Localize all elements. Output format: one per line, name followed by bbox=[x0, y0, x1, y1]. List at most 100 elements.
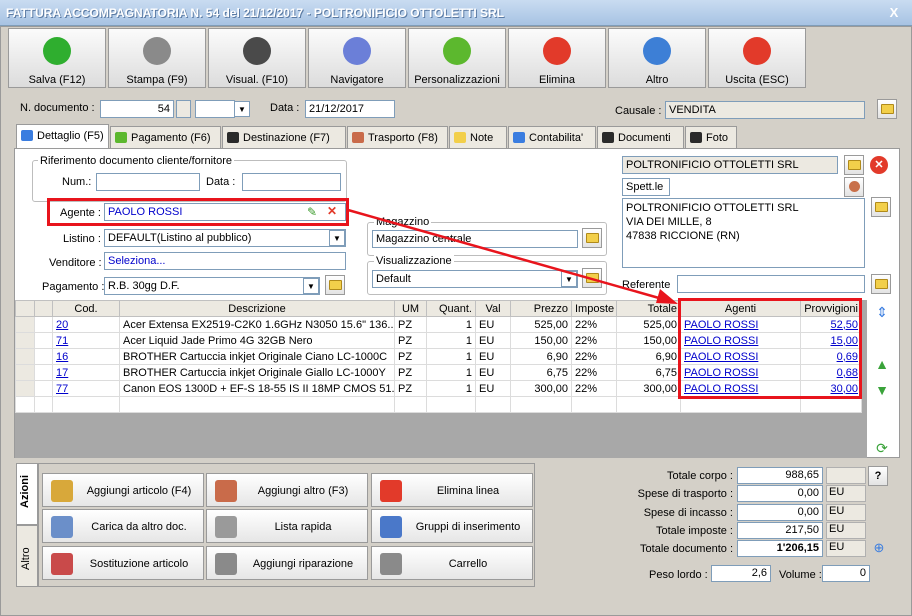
edit-pencil-icon[interactable]: ✎ bbox=[307, 205, 317, 219]
highlight-arrow bbox=[347, 208, 678, 304]
grid-cell-totale: 300,00 bbox=[616, 380, 681, 397]
move-down-icon[interactable]: ▼ bbox=[874, 382, 890, 400]
doc-series-select[interactable] bbox=[195, 100, 235, 118]
spese-incasso-input[interactable]: 0,00 bbox=[737, 504, 823, 521]
preview-button-label: Visual. (F10) bbox=[225, 74, 289, 86]
item-code-link[interactable]: 71 bbox=[56, 335, 68, 347]
referente-input[interactable] bbox=[677, 275, 865, 293]
aggiungi-altro-button[interactable]: Aggiungi altro (F3) bbox=[206, 473, 368, 507]
tab-1[interactable]: Pagamento (F6) bbox=[110, 126, 221, 148]
tab-7-icon bbox=[690, 132, 702, 143]
print-button-label: Stampa (F9) bbox=[126, 74, 188, 86]
refresh-icon[interactable]: ⟳ bbox=[874, 440, 890, 458]
zoom-totals-icon[interactable]: ⊕ bbox=[870, 540, 888, 558]
delete-button[interactable]: Elimina bbox=[508, 28, 606, 88]
move-up-icon[interactable]: ▲ bbox=[874, 356, 890, 374]
grid-cell-descrizione: Acer Liquid Jade Primo 4G 32GB Nero bbox=[119, 332, 395, 349]
item-code-link[interactable]: 17 bbox=[56, 367, 68, 379]
customer-name-input[interactable]: POLTRONIFICIO OTTOLETTI SRL bbox=[622, 156, 838, 174]
item-code-link[interactable]: 16 bbox=[56, 351, 68, 363]
item-code-link[interactable]: 77 bbox=[56, 383, 68, 395]
grid-cell-quant: 1 bbox=[426, 380, 476, 397]
compass-icon bbox=[343, 37, 371, 65]
remove-customer-icon[interactable]: ✕ bbox=[870, 156, 888, 174]
print-button[interactable]: Stampa (F9) bbox=[108, 28, 206, 88]
empty-cell bbox=[426, 396, 476, 413]
aggiungi-articolo-button[interactable]: Aggiungi articolo (F4) bbox=[42, 473, 204, 507]
date-input[interactable]: 21/12/2017 bbox=[305, 100, 395, 118]
tab-5-label: Contabilita' bbox=[529, 132, 584, 144]
clear-x-icon[interactable]: ✕ bbox=[327, 204, 337, 218]
peso-lordo-input[interactable]: 2,6 bbox=[711, 565, 771, 582]
doc-series-dropdown-icon[interactable]: ▼ bbox=[234, 101, 250, 117]
item-code-link[interactable]: 20 bbox=[56, 319, 68, 331]
doc-number-input[interactable]: 54 bbox=[100, 100, 174, 118]
grid-cell-cod[interactable]: 17 bbox=[52, 364, 120, 381]
grid-cell-cod[interactable]: 77 bbox=[52, 380, 120, 397]
rif-date-label: Data : bbox=[206, 176, 236, 188]
rif-date-input[interactable] bbox=[242, 173, 341, 191]
close-window-button[interactable]: X bbox=[884, 4, 904, 22]
sostituzione-articolo-button[interactable]: Sostituzione articolo bbox=[42, 546, 204, 580]
row-spacer bbox=[34, 316, 53, 333]
help-button[interactable]: ? bbox=[868, 466, 888, 486]
referente-folder-button[interactable] bbox=[871, 274, 891, 294]
grid-cell-cod[interactable]: 16 bbox=[52, 348, 120, 365]
rif-num-input[interactable] bbox=[96, 173, 200, 191]
tab-3[interactable]: Trasporto (F8) bbox=[347, 126, 448, 148]
tab-0[interactable]: Dettaglio (F5) bbox=[16, 124, 109, 149]
volume-input[interactable]: 0 bbox=[822, 565, 870, 582]
causale-folder-button[interactable] bbox=[877, 99, 897, 119]
lista-rapida-button[interactable]: Lista rapida bbox=[206, 509, 368, 543]
tab-5[interactable]: Contabilita' bbox=[508, 126, 596, 148]
elimina-linea-button[interactable]: Elimina linea bbox=[371, 473, 533, 507]
customer-search-button[interactable] bbox=[844, 177, 864, 197]
exit-button[interactable]: Uscita (ESC) bbox=[708, 28, 806, 88]
pagamento-dropdown-icon[interactable]: ▼ bbox=[303, 278, 319, 294]
navigator-button[interactable]: Navigatore bbox=[308, 28, 406, 88]
doc-number-spinner[interactable] bbox=[176, 100, 191, 118]
preview-button[interactable]: Visual. (F10) bbox=[208, 28, 306, 88]
grid-cell-prezzo: 150,00 bbox=[510, 332, 572, 349]
peso-lordo-label: Peso lordo : bbox=[649, 569, 708, 581]
grid-cell-cod[interactable]: 71 bbox=[52, 332, 120, 349]
side-tab-azioni[interactable]: Azioni bbox=[16, 463, 38, 525]
grid-cell-cod[interactable]: 20 bbox=[52, 316, 120, 333]
move-top-bottom-icon[interactable]: ⇕ bbox=[874, 304, 890, 322]
totale-corpo-value: 988,65 bbox=[737, 467, 823, 484]
aggiungi-riparazione-label: Aggiungi riparazione bbox=[252, 558, 354, 570]
carica-altro-doc-button[interactable]: Carica da altro doc. bbox=[42, 509, 204, 543]
agente-label: Agente : bbox=[60, 207, 101, 219]
pagamento-select[interactable]: R.B. 30gg D.F. bbox=[104, 277, 320, 295]
carrello-button[interactable]: Carrello bbox=[371, 546, 533, 580]
row-header bbox=[15, 380, 35, 397]
cart-icon bbox=[380, 553, 402, 575]
tab-3-icon bbox=[352, 132, 364, 143]
totale-imposte-label: Totale imposte : bbox=[655, 525, 733, 537]
aggiungi-riparazione-button[interactable]: Aggiungi riparazione bbox=[206, 546, 368, 580]
save-button[interactable]: Salva (F12) bbox=[8, 28, 106, 88]
other-button[interactable]: Altro bbox=[608, 28, 706, 88]
venditore-input[interactable]: Seleziona... bbox=[104, 252, 346, 270]
tab-2[interactable]: Destinazione (F7) bbox=[222, 126, 346, 148]
tab-1-icon bbox=[115, 132, 127, 143]
power-icon bbox=[743, 37, 771, 65]
row-spacer bbox=[34, 348, 53, 365]
carica-altro-doc-label: Carica da altro doc. bbox=[91, 521, 187, 533]
grid-cell-val: EU bbox=[475, 316, 511, 333]
customer-folder-button[interactable] bbox=[844, 155, 864, 175]
tab-1-label: Pagamento (F6) bbox=[131, 132, 211, 144]
tab-6[interactable]: Documenti bbox=[597, 126, 684, 148]
listino-select[interactable]: DEFAULT(Listino al pubblico) bbox=[104, 229, 346, 247]
salutation-input[interactable]: Spett.le bbox=[622, 178, 670, 196]
address-folder-button[interactable] bbox=[871, 197, 891, 217]
gruppi-inserimento-button[interactable]: Gruppi di inserimento bbox=[371, 509, 533, 543]
causale-input[interactable]: VENDITA bbox=[665, 101, 865, 119]
tab-7[interactable]: Foto bbox=[685, 126, 737, 148]
totale-documento-label: Totale documento : bbox=[640, 543, 733, 555]
side-tab-altro[interactable]: Altro bbox=[16, 525, 38, 587]
spese-trasporto-input[interactable]: 0,00 bbox=[737, 485, 823, 502]
folder-icon bbox=[875, 202, 888, 212]
customize-button[interactable]: Personalizzazioni bbox=[408, 28, 506, 88]
tab-4[interactable]: Note bbox=[449, 126, 507, 148]
